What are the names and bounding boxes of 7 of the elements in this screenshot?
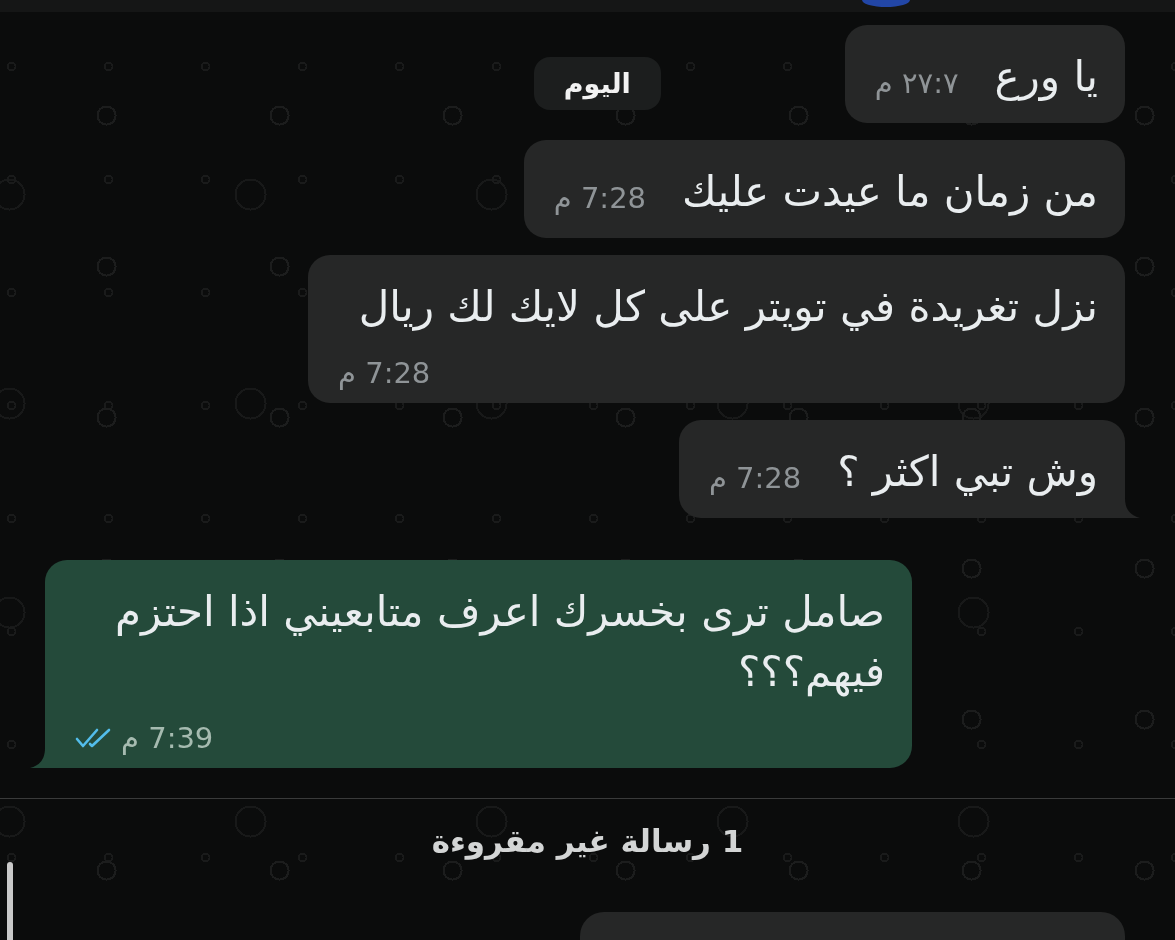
message-text: وش تبي اكثر ؟ [837, 446, 1098, 498]
message-text: يا ورع [994, 51, 1098, 103]
message-text: نزل تغريدة في تويتر على كل لايك لك ريال [358, 281, 1098, 333]
unread-messages-label: 1 رسالة غير مقروءة [431, 822, 744, 861]
date-chip: اليوم [533, 57, 661, 110]
message-text: من زمان ما عيدت عليك [682, 166, 1098, 218]
message-text: صامل ترى بخسرك اعرف متابعيني اذا احتزم فيهم؟؟؟ [114, 586, 885, 699]
